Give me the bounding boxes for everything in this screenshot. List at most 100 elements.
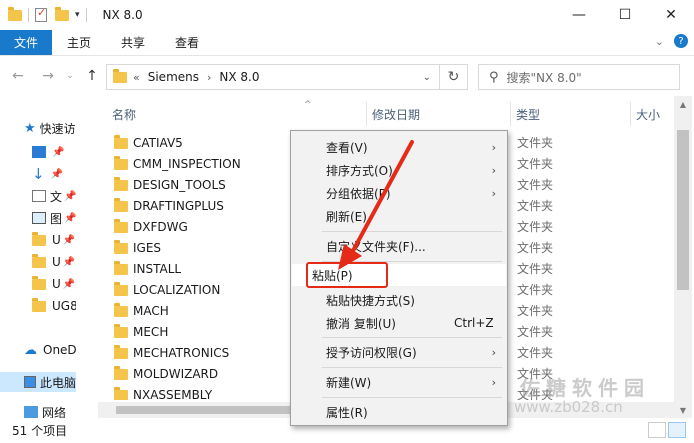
nav-item-pictures[interactable]: 图 📌: [32, 208, 76, 228]
search-placeholder: 搜索"NX 8.0": [506, 70, 582, 85]
file-name: NXASSEMBLY: [133, 387, 213, 401]
view-buttons: [648, 422, 686, 438]
picture-icon: [32, 212, 46, 224]
folder-icon: [114, 261, 128, 275]
menu-item-new[interactable]: 新建(W) ›: [292, 371, 506, 393]
overflow-crumb[interactable]: «: [133, 71, 140, 84]
file-name: MECH: [133, 324, 169, 339]
close-button[interactable]: ✕: [648, 0, 694, 30]
nav-onedrive[interactable]: ☁ OneD: [24, 340, 76, 360]
nav-item-downloads[interactable]: ↓ 📌: [32, 164, 63, 184]
scroll-thumb[interactable]: [677, 130, 689, 290]
breadcrumb-siemens[interactable]: Siemens: [148, 70, 199, 84]
menu-item-group[interactable]: 分组依据(P) ›: [292, 182, 506, 204]
navigation-bar: ← → ⌄ ↑ « Siemens › NX 8.0 ⌄ ↻ ⚲ 搜索"NX 8…: [0, 58, 694, 94]
file-name: DXFDWG: [133, 219, 188, 234]
network-icon: [24, 406, 38, 418]
chevron-right-icon[interactable]: ›: [207, 71, 211, 84]
menu-separator: [322, 397, 502, 398]
folder-icon: [32, 231, 46, 246]
file-name: INSTALL: [133, 261, 182, 276]
column-size[interactable]: 大小: [636, 102, 660, 126]
help-icon[interactable]: ?: [674, 34, 688, 48]
maximize-button[interactable]: ☐: [602, 0, 648, 30]
column-divider[interactable]: [630, 102, 631, 126]
menu-label: 查看(V): [326, 140, 368, 155]
tab-home[interactable]: 主页: [52, 30, 106, 55]
nav-item-documents[interactable]: 文 📌: [32, 186, 76, 206]
divider: [85, 8, 87, 22]
new-folder-icon[interactable]: [55, 6, 69, 21]
address-bar[interactable]: « Siemens › NX 8.0 ⌄ ↻: [106, 64, 468, 90]
scroll-down-icon[interactable]: ▼: [674, 402, 692, 418]
pin-icon: 📌: [52, 146, 65, 158]
customize-toolbar-icon[interactable]: ▾: [75, 10, 80, 20]
menu-item-sort[interactable]: 排序方式(O) ›: [292, 159, 506, 181]
back-icon[interactable]: ←: [8, 68, 28, 84]
folder-icon: [113, 68, 127, 83]
menu-item-properties[interactable]: 属性(R): [292, 401, 506, 423]
menu-label: 自定义文件夹(F)...: [326, 239, 426, 254]
column-divider[interactable]: [366, 102, 367, 126]
search-icon: ⚲: [489, 69, 499, 85]
address-dropdown-icon[interactable]: ⌄: [423, 72, 431, 83]
properties-icon[interactable]: [35, 6, 47, 22]
menu-label: 新建(W): [326, 375, 372, 390]
tab-share[interactable]: 共享: [106, 30, 160, 55]
folder-icon: [114, 177, 128, 191]
nav-label: OneD: [43, 343, 76, 357]
ribbon-tabs: 文件 主页 共享 查看 ⌄ ?: [0, 30, 694, 56]
details-view-button[interactable]: [648, 422, 666, 438]
menu-separator: [322, 337, 502, 338]
column-date[interactable]: 修改日期: [372, 102, 420, 126]
nav-label: U: [52, 233, 61, 247]
up-icon[interactable]: ↑: [82, 68, 102, 84]
refresh-icon[interactable]: ↻: [439, 65, 467, 89]
file-type: 文件夹: [517, 262, 554, 276]
tab-file[interactable]: 文件: [0, 30, 53, 55]
menu-item-give-access[interactable]: 授予访问权限(G) ›: [292, 341, 506, 363]
nav-label: 网络: [42, 405, 67, 419]
file-name: CMM_INSPECTION: [133, 156, 241, 171]
folder-icon: [32, 253, 46, 268]
nav-item-ug8[interactable]: UG8: [32, 296, 76, 316]
nav-item-desktop[interactable]: 📌: [32, 142, 64, 162]
nav-item-folder-3[interactable]: U 📌: [32, 274, 75, 294]
nav-quick-access[interactable]: ★ 快速访: [24, 118, 76, 138]
pin-icon: 📌: [62, 234, 76, 246]
search-input[interactable]: ⚲ 搜索"NX 8.0": [478, 64, 680, 90]
large-icons-view-button[interactable]: [668, 422, 686, 438]
desktop-icon: [32, 146, 46, 158]
menu-item-view[interactable]: 查看(V) ›: [292, 136, 506, 158]
menu-label: 属性(R): [326, 405, 368, 420]
scroll-up-icon[interactable]: ▲: [674, 96, 692, 112]
forward-icon[interactable]: →: [38, 68, 58, 84]
chevron-right-icon: ›: [491, 140, 496, 154]
menu-item-paste-shortcut[interactable]: 粘贴快捷方式(S): [292, 289, 506, 311]
menu-item-undo-copy[interactable]: 撤消 复制(U) Ctrl+Z: [292, 312, 506, 334]
column-type[interactable]: 类型: [516, 102, 540, 126]
nav-this-pc[interactable]: 此电脑: [0, 372, 76, 392]
tab-view[interactable]: 查看: [160, 30, 214, 55]
breadcrumb-nx8[interactable]: NX 8.0: [219, 70, 259, 84]
minimize-button[interactable]: —: [556, 0, 602, 30]
download-icon: ↓: [32, 165, 45, 183]
menu-separator: [322, 367, 502, 368]
nav-network[interactable]: 网络: [24, 402, 66, 418]
menu-label: 排序方式(O): [326, 163, 393, 178]
menu-item-refresh[interactable]: 刷新(E): [292, 205, 506, 227]
nav-item-folder-1[interactable]: U 📌: [32, 230, 75, 250]
column-name[interactable]: 名称: [112, 102, 136, 126]
pin-icon: 📌: [64, 212, 76, 224]
expand-ribbon-icon[interactable]: ⌄: [655, 35, 664, 48]
chevron-right-icon: ›: [491, 345, 496, 359]
chevron-right-icon: ›: [491, 163, 496, 177]
context-menu: 查看(V) › 排序方式(O) › 分组依据(P) › 刷新(E) 自定义文件夹…: [290, 130, 508, 426]
nav-item-folder-2[interactable]: U 📌: [32, 252, 75, 272]
column-divider[interactable]: [510, 102, 511, 126]
menu-item-customize[interactable]: 自定义文件夹(F)...: [292, 235, 506, 257]
vertical-scrollbar[interactable]: ▲ ▼: [674, 96, 692, 418]
sort-caret-icon: ^: [304, 100, 312, 110]
item-count: 51 个项目: [12, 424, 68, 438]
recent-locations-icon[interactable]: ⌄: [60, 71, 80, 81]
